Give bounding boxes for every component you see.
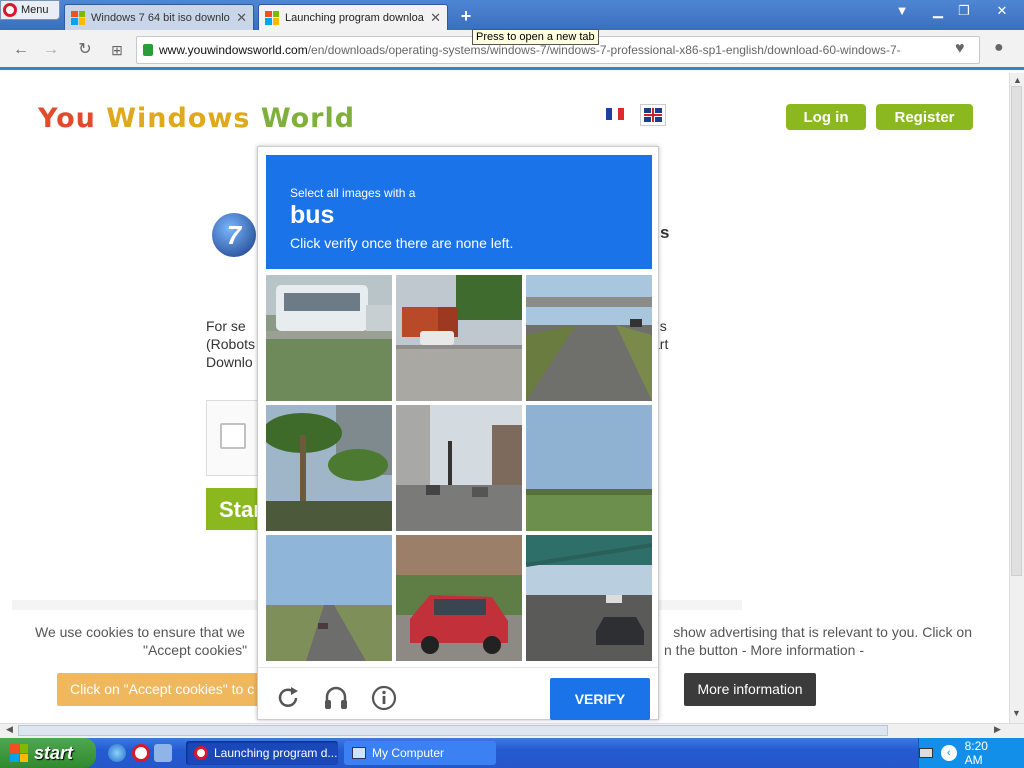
tile-field-road[interactable]	[526, 405, 652, 531]
uk-flag-icon[interactable]	[640, 104, 666, 126]
tile-red-car[interactable]	[396, 535, 522, 661]
heart-icon[interactable]: ♥	[955, 40, 965, 58]
tile-bridge-car[interactable]	[526, 535, 652, 661]
tab-title: Windows 7 64 bit iso download	[91, 11, 231, 24]
cookie-text-left-1: We use cookies to ensure that we	[35, 624, 245, 640]
opera-logo-icon	[3, 3, 17, 17]
site-logo[interactable]: You Windows World	[38, 103, 355, 134]
text-line: (Robots	[206, 336, 256, 352]
tab-windows-7-iso[interactable]: Windows 7 64 bit iso download ✕	[64, 4, 254, 30]
tile-highway-overpass[interactable]	[526, 275, 652, 401]
start-label: start	[34, 742, 74, 763]
windows-favicon-icon	[265, 10, 279, 25]
cookie-text-right-2: n the button - More information -	[664, 642, 864, 658]
page-heading-tail: s	[660, 223, 670, 242]
user-icon[interactable]: ●	[994, 39, 1004, 57]
login-button[interactable]: Log in	[786, 104, 866, 130]
start-button[interactable]: start	[0, 738, 96, 768]
tray-expand-icon[interactable]: ‹	[940, 745, 957, 761]
speed-dial-grid-icon[interactable]: ⊞	[106, 39, 128, 61]
logo-word: You	[38, 103, 96, 134]
show-desktop-icon[interactable]	[154, 744, 172, 762]
tile-rural-road[interactable]	[266, 535, 392, 661]
register-button[interactable]: Register	[876, 104, 973, 130]
tile-city-street[interactable]	[396, 405, 522, 531]
reload-challenge-icon[interactable]	[274, 684, 302, 712]
new-tab-tooltip: Press to open a new tab	[472, 29, 599, 45]
scroll-down-arrow-icon[interactable]: ▼	[1009, 708, 1024, 718]
url-domain: www.youwindowsworld.com	[159, 43, 308, 57]
windows-logo-icon	[10, 744, 28, 762]
internet-explorer-icon[interactable]	[108, 744, 126, 762]
taskbar-item-label: Launching program d...	[214, 746, 338, 760]
close-window-icon[interactable]: ✕	[990, 2, 1014, 20]
horizontal-scroll-thumb[interactable]	[18, 725, 888, 736]
cookie-text-left-2: "Accept cookies"	[143, 642, 248, 658]
vertical-scroll-thumb[interactable]	[1011, 86, 1022, 576]
info-icon[interactable]	[370, 684, 398, 712]
tab-title: Launching program download	[285, 11, 425, 24]
taskbar-item-opera[interactable]: Launching program d...	[186, 741, 338, 765]
clock[interactable]: 8:20 AM	[965, 739, 1008, 767]
tile-truck-highway[interactable]	[396, 275, 522, 401]
minimize-icon[interactable]: ▁	[926, 2, 950, 20]
challenge-footer: VERIFY	[258, 667, 658, 720]
url-path: /en/downloads/operating-systems/windows-…	[307, 43, 901, 57]
logo-word: Windows	[106, 103, 251, 134]
new-tab-icon[interactable]: +	[456, 6, 476, 26]
tile-palm-trees[interactable]	[266, 405, 392, 531]
opera-icon	[194, 746, 208, 760]
tab-launching-program[interactable]: Launching program download ✕	[258, 4, 448, 30]
reload-icon[interactable]: ↻	[74, 39, 96, 61]
french-flag-icon[interactable]	[606, 108, 624, 120]
taskbar-item-label: My Computer	[372, 746, 445, 760]
windows-favicon-icon	[71, 10, 85, 25]
tile-bus[interactable]	[266, 275, 392, 401]
scroll-up-arrow-icon[interactable]: ▲	[1010, 75, 1024, 85]
menu-label: Menu	[21, 4, 49, 16]
challenge-header: Select all images with a bus Click verif…	[266, 155, 652, 269]
challenge-sub-instruction: Click verify once there are none left.	[290, 235, 514, 251]
text-line: For se	[206, 318, 246, 334]
recaptcha-challenge: Select all images with a bus Click verif…	[257, 146, 659, 720]
browser-tab-bar: Menu Windows 7 64 bit iso download ✕ Lau…	[0, 0, 1024, 30]
text-line: Downlo	[206, 354, 253, 370]
tab-menu-icon[interactable]: ▼	[890, 2, 914, 20]
system-tray: ‹ 8:20 AM	[918, 738, 1024, 768]
maximize-icon[interactable]: ❐	[952, 2, 976, 20]
more-information-button[interactable]: More information	[684, 673, 816, 706]
scroll-left-arrow-icon[interactable]: ◀	[2, 724, 17, 735]
opera-icon[interactable]	[132, 744, 150, 762]
scroll-right-arrow-icon[interactable]: ▶	[990, 724, 1005, 735]
close-tab-icon[interactable]: ✕	[430, 10, 441, 26]
verify-button[interactable]: VERIFY	[550, 678, 650, 720]
cookie-text-right-1: show advertising that is relevant to you…	[673, 624, 972, 640]
taskbar-item-my-computer[interactable]: My Computer	[344, 741, 496, 765]
audio-challenge-icon[interactable]	[322, 684, 350, 712]
logo-word: World	[260, 103, 356, 134]
lock-icon	[143, 44, 153, 56]
challenge-target-word: bus	[290, 201, 335, 229]
back-arrow-icon[interactable]: ←	[10, 39, 32, 61]
body-text-left: For se (Robots Downlo	[206, 317, 255, 371]
recaptcha-checkbox[interactable]	[220, 423, 246, 449]
windows-7-logo-icon: 7	[212, 213, 256, 257]
challenge-instruction: Select all images with a	[290, 186, 416, 200]
forward-arrow-icon[interactable]: →	[40, 39, 62, 61]
keyboard-icon[interactable]	[919, 748, 933, 758]
accept-cookies-button[interactable]: Click on "Accept cookies" to c	[57, 673, 262, 706]
computer-icon	[352, 747, 366, 759]
windows-taskbar: start Launching program d... My Computer…	[0, 738, 1024, 768]
close-tab-icon[interactable]: ✕	[236, 10, 247, 26]
opera-menu-button[interactable]: Menu	[0, 0, 60, 20]
start-download-button[interactable]: Star	[206, 488, 262, 530]
